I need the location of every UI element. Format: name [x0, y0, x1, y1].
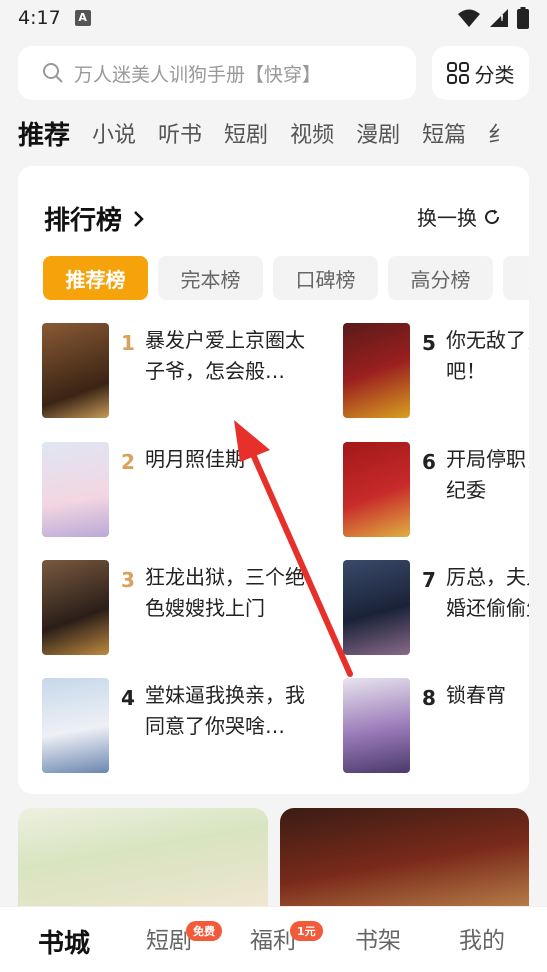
rank-number: 5	[422, 331, 436, 355]
book-title: 明月照佳期	[145, 447, 245, 471]
book-cover	[343, 442, 410, 537]
book-cover	[42, 323, 109, 418]
book-title: 堂妹逼我换亲，我同意了你哭啥…	[145, 683, 305, 738]
list-item[interactable]: 1 暴发户爱上京圈太子爷，怎会般…	[42, 323, 317, 418]
category-button[interactable]: 分类	[432, 46, 529, 100]
rank-number: 4	[121, 686, 135, 710]
list-item[interactable]: 6 开局停职，转身投纪委	[343, 442, 529, 537]
chevron-right-icon	[134, 210, 144, 227]
search-placeholder: 万人迷美人训狗手册【快穿】	[74, 63, 322, 86]
refresh-label: 换一换	[417, 206, 477, 230]
subtab-completed-rank[interactable]: 完本榜	[158, 256, 263, 300]
list-item[interactable]: 3 狂龙出狱，三个绝色嫂嫂找上门	[42, 560, 317, 655]
book-title: 厉总，夫人不想复婚还偷偷生崽了	[446, 565, 529, 620]
nav-bookshelf[interactable]: 书架	[355, 921, 401, 955]
book-title: 开局停职，转身投纪委	[446, 447, 529, 502]
notification-app-icon: A	[74, 10, 91, 26]
recommend-card-cover[interactable]	[280, 808, 529, 918]
ranking-title: 排行榜	[44, 206, 123, 236]
rank-number: 2	[121, 450, 135, 474]
free-badge: 免费	[186, 921, 222, 941]
subtab-reputation-rank[interactable]: 口碑榜	[273, 256, 378, 300]
subtab-recommend-rank[interactable]: 推荐榜	[43, 256, 148, 300]
price-badge: 1元	[290, 921, 323, 941]
channel-tabs: 推荐 小说 听书 短剧 视频 漫剧 短篇 纟	[18, 112, 547, 154]
tab-partial[interactable]: 纟	[488, 117, 510, 149]
list-item[interactable]: 5 你无敌了，下山去吧！	[343, 323, 529, 418]
subtab-high-score-rank[interactable]: 高分榜	[388, 256, 493, 300]
battery-icon	[517, 7, 529, 29]
book-cover	[343, 323, 410, 418]
book-cover	[42, 678, 109, 773]
status-time: 4:17	[18, 7, 61, 29]
nav-benefits[interactable]: 福利	[250, 921, 296, 955]
ranking-subtabs: 推荐榜 完本榜 口碑榜 高分榜	[43, 256, 529, 300]
list-item[interactable]: 8 锁春宵	[343, 678, 529, 773]
signal-icon	[490, 9, 508, 27]
grid-icon	[446, 62, 469, 84]
wifi-icon	[458, 9, 480, 27]
subtab-partial[interactable]	[503, 256, 529, 300]
nav-short-drama[interactable]: 短剧	[146, 921, 192, 955]
book-cover	[42, 560, 109, 655]
recommend-card-cover[interactable]	[18, 808, 268, 918]
book-title: 暴发户爱上京圈太子爷，怎会般…	[145, 328, 305, 383]
book-cover	[42, 442, 109, 537]
search-input[interactable]: 万人迷美人训狗手册【快穿】	[18, 46, 416, 100]
tab-short-story[interactable]: 短篇	[422, 117, 466, 149]
rank-number: 6	[422, 450, 436, 474]
tab-recommend[interactable]: 推荐	[18, 115, 70, 152]
nav-profile[interactable]: 我的	[459, 921, 505, 955]
tab-audiobook[interactable]: 听书	[158, 117, 202, 149]
book-title: 你无敌了，下山去吧！	[446, 328, 529, 383]
rank-number: 7	[422, 568, 436, 592]
tab-short-drama[interactable]: 短剧	[224, 117, 268, 149]
list-item[interactable]: 4 堂妹逼我换亲，我同意了你哭啥…	[42, 678, 317, 773]
refresh-button[interactable]: 换一换	[417, 202, 501, 231]
book-title: 锁春宵	[446, 683, 506, 707]
book-cover	[343, 678, 410, 773]
status-icons	[457, 7, 529, 29]
search-icon	[43, 63, 63, 83]
bottom-nav: 书城 短剧 免费 福利 1元 书架 我的	[0, 906, 547, 972]
refresh-icon	[485, 209, 500, 224]
rank-number: 1	[121, 331, 135, 355]
tab-comic-drama[interactable]: 漫剧	[356, 117, 400, 149]
tab-novel[interactable]: 小说	[92, 117, 136, 149]
list-item[interactable]: 2 明月照佳期	[42, 442, 317, 537]
category-label: 分类	[474, 62, 515, 87]
ranking-header[interactable]: 排行榜	[44, 200, 146, 237]
book-cover	[343, 560, 410, 655]
book-title: 狂龙出狱，三个绝色嫂嫂找上门	[145, 565, 305, 620]
rank-number: 3	[121, 568, 135, 592]
list-item[interactable]: 7 厉总，夫人不想复婚还偷偷生崽了	[343, 560, 529, 655]
rank-number: 8	[422, 686, 436, 710]
status-bar: 4:17 A	[0, 0, 547, 36]
nav-bookstore[interactable]: 书城	[38, 923, 90, 960]
ranking-card: 排行榜 换一换 推荐榜 完本榜 口碑榜 高分榜 1 暴发户爱上京圈太子爷，怎会般…	[18, 166, 529, 794]
tab-video[interactable]: 视频	[290, 117, 334, 149]
